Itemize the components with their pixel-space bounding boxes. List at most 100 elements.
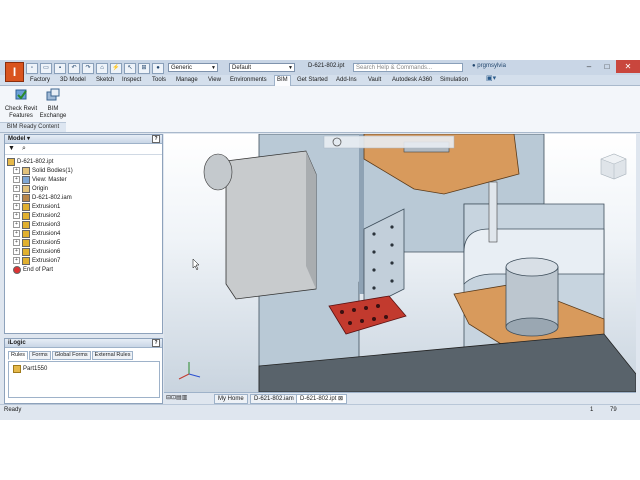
- part-icon: [13, 364, 21, 373]
- redo-icon[interactable]: ↷: [82, 63, 94, 74]
- expand-icon[interactable]: +: [13, 212, 20, 219]
- ribbon-options-icon[interactable]: ▣▾: [486, 75, 496, 83]
- tab-inspect[interactable]: Inspect: [122, 76, 141, 84]
- tree-node[interactable]: + Extrusion4: [7, 229, 73, 238]
- tree-node[interactable]: D-621-802.ipt: [7, 157, 73, 166]
- new-icon[interactable]: ▫: [26, 63, 38, 74]
- save-icon[interactable]: ▪: [54, 63, 66, 74]
- model-browser-header[interactable]: Model ▾ ?: [5, 135, 162, 144]
- select-icon[interactable]: ↖: [124, 63, 136, 74]
- expand-icon[interactable]: +: [13, 257, 20, 264]
- open-icon[interactable]: ▭: [40, 63, 52, 74]
- tab-simulation[interactable]: Simulation: [440, 76, 468, 84]
- tree-node[interactable]: End of Part: [7, 265, 73, 274]
- tab-global-forms[interactable]: Global Forms: [51, 351, 91, 360]
- maximize-icon[interactable]: □: [598, 60, 616, 73]
- rule-item[interactable]: Part1550: [13, 364, 159, 373]
- tab-assembly-document[interactable]: D-621-802.iam: [250, 394, 298, 404]
- help-icon[interactable]: ?: [152, 135, 160, 143]
- bim-exchange-icon: [46, 88, 60, 101]
- assembly-icon: [22, 193, 30, 202]
- expand-icon[interactable]: +: [13, 248, 20, 255]
- tab-add-ins[interactable]: Add-Ins: [336, 76, 357, 84]
- tab-my-home[interactable]: My Home: [214, 394, 248, 404]
- expand-icon[interactable]: +: [13, 185, 20, 192]
- tab-3d-model[interactable]: 3D Model: [60, 76, 86, 84]
- tree-node-label: Solid Bodies(1): [32, 167, 73, 174]
- tab-sketch[interactable]: Sketch: [96, 76, 114, 84]
- tab-part-document[interactable]: D-621-802.ipt ⊠: [296, 394, 348, 404]
- tab-autodesk-a360[interactable]: Autodesk A360: [392, 76, 432, 84]
- mouse-cursor-icon: [192, 258, 200, 271]
- navigation-bar[interactable]: [323, 135, 455, 149]
- find-icon[interactable]: ⌕: [22, 145, 26, 153]
- close-icon[interactable]: ⊠: [338, 396, 343, 402]
- tree-node[interactable]: + Extrusion5: [7, 238, 73, 247]
- update-icon[interactable]: ⚡: [110, 63, 122, 74]
- expand-icon[interactable]: +: [13, 239, 20, 246]
- material-combo[interactable]: Generic ▼: [168, 63, 218, 72]
- color-icon[interactable]: ●: [152, 63, 164, 74]
- undo-icon[interactable]: ↶: [68, 63, 80, 74]
- check-revit-features-button[interactable]: Check Revit Features: [4, 88, 38, 120]
- tab-tools[interactable]: Tools: [152, 76, 166, 84]
- help-icon[interactable]: ?: [152, 339, 160, 347]
- status-text: Ready: [4, 407, 22, 413]
- tab-bim[interactable]: BIM: [274, 75, 291, 86]
- expand-icon[interactable]: +: [13, 176, 20, 183]
- extrusion-icon: [22, 247, 30, 256]
- tab-rules[interactable]: Rules: [8, 351, 29, 360]
- tab-get-started[interactable]: Get Started: [297, 76, 328, 84]
- tab-factory[interactable]: Factory: [30, 76, 50, 84]
- expand-icon[interactable]: +: [13, 203, 20, 210]
- ilogic-title: iLogic: [8, 340, 26, 346]
- measure-icon[interactable]: ⊞: [138, 63, 150, 74]
- window-controls: – □ ✕: [580, 60, 640, 73]
- ilogic-browser: iLogic ? Rules Forms Global Forms Extern…: [4, 338, 163, 404]
- user-account[interactable]: ● prgmsylvia: [472, 63, 506, 69]
- chevron-down-icon: ▼: [288, 65, 293, 71]
- help-search-input[interactable]: Search Help & Commands...: [353, 63, 463, 72]
- tab-view[interactable]: View: [208, 76, 221, 84]
- tree-node[interactable]: + Extrusion7: [7, 256, 73, 265]
- check-revit-label-2: Features: [9, 113, 33, 119]
- expand-icon[interactable]: +: [13, 167, 20, 174]
- tab-external-rules[interactable]: External Rules: [91, 351, 134, 360]
- tree-node[interactable]: + Extrusion2: [7, 211, 73, 220]
- application-menu-button[interactable]: I: [5, 62, 24, 82]
- tree-node[interactable]: + Origin: [7, 184, 73, 193]
- tab-environments[interactable]: Environments: [230, 76, 267, 84]
- tree-node[interactable]: + Extrusion6: [7, 247, 73, 256]
- tree-node-label: Extrusion5: [32, 239, 61, 246]
- ilogic-header[interactable]: iLogic ?: [5, 339, 162, 348]
- axis-triad: [178, 362, 201, 380]
- tab-vault[interactable]: Vault: [368, 76, 381, 84]
- tree-node-label: Extrusion7: [32, 257, 61, 264]
- model-browser-title: Model: [8, 136, 26, 142]
- inventor-window: ▫ ▭ ▪ ↶ ↷ ⌂ ⚡ ↖ ⊞ ● Generic ▼ Default ▼ D-…: [0, 60, 640, 420]
- tree-node[interactable]: + Extrusion3: [7, 220, 73, 229]
- appearance-combo[interactable]: Default ▼: [229, 63, 295, 72]
- tree-node[interactable]: + Solid Bodies(1): [7, 166, 73, 175]
- bim-exchange-button[interactable]: BIM Exchange: [38, 88, 68, 120]
- tree-node[interactable]: + View: Master: [7, 175, 73, 184]
- home-icon[interactable]: ⌂: [96, 63, 108, 74]
- tile-icons[interactable]: ⊟⊡▤▥: [166, 394, 187, 401]
- material-combo-value: Generic: [171, 65, 193, 71]
- expand-icon[interactable]: +: [13, 221, 20, 228]
- expand-icon[interactable]: +: [13, 194, 20, 201]
- viewcube[interactable]: [600, 153, 627, 180]
- tree-node[interactable]: + Extrusion1: [7, 202, 73, 211]
- close-icon[interactable]: ✕: [616, 60, 640, 73]
- minimize-icon[interactable]: –: [580, 60, 598, 73]
- tab-forms[interactable]: Forms: [29, 351, 51, 360]
- document-title: D-621-802.ipt: [308, 63, 345, 69]
- tree-node[interactable]: + D-621-802.iam: [7, 193, 73, 202]
- left-box: [225, 150, 317, 300]
- filter-icon[interactable]: ▼: [8, 145, 15, 152]
- graphics-viewport[interactable]: [164, 134, 636, 392]
- expand-icon[interactable]: +: [13, 230, 20, 237]
- rules-list: Part1550: [8, 361, 160, 398]
- solid-bodies-icon: [22, 166, 30, 175]
- tab-manage[interactable]: Manage: [176, 76, 198, 84]
